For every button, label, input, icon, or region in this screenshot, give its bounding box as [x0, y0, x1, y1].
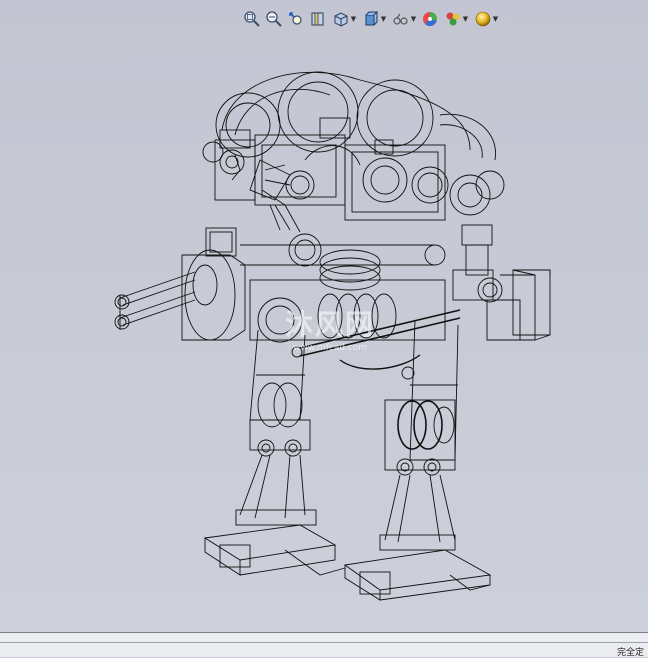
graphics-viewport[interactable]: ▼ ▼ ▼ ▼ ▼ 沐风网 www.mfcad.com: [0, 0, 648, 632]
left-arm-cannon: [114, 249, 246, 341]
torso-assembly: [202, 71, 505, 233]
status-divider: [0, 642, 648, 643]
wireframe-mech-model[interactable]: [0, 0, 648, 632]
right-leg: [343, 319, 492, 601]
status-bar: 完全定: [0, 632, 648, 658]
right-arm-launcher: [452, 269, 551, 341]
left-leg: [203, 329, 346, 576]
hip-assembly: [249, 279, 461, 380]
status-text: 完全定: [616, 648, 644, 658]
